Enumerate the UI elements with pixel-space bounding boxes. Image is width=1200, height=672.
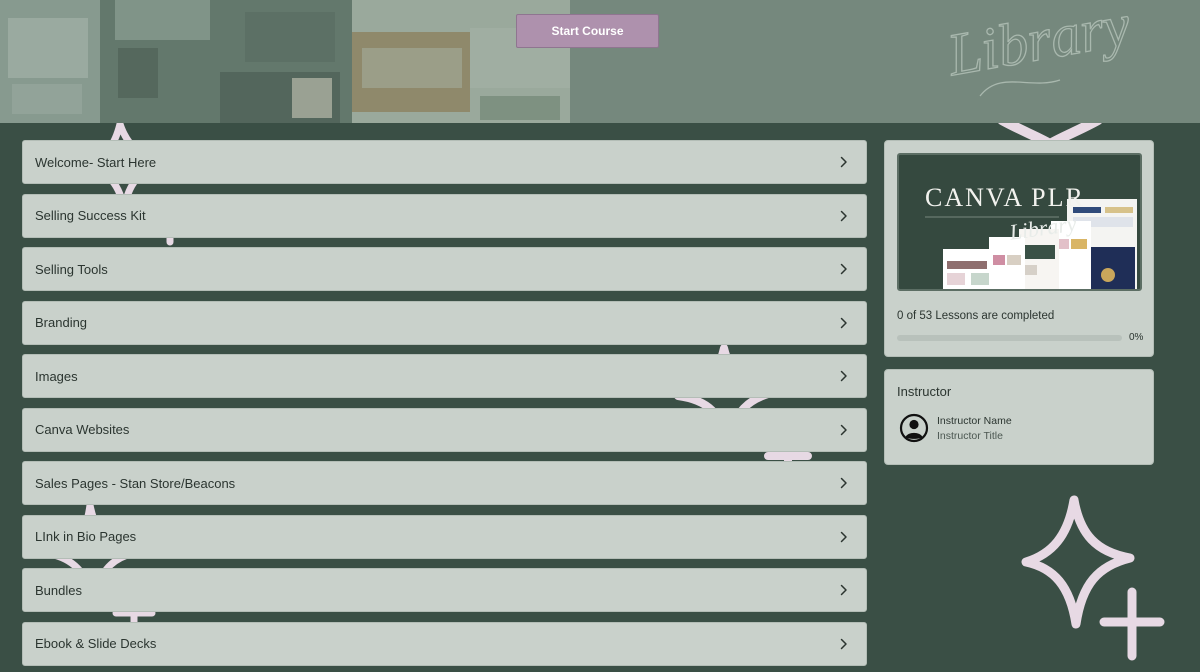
- chevron-right-icon: [838, 531, 850, 543]
- instructor-card: Instructor Instructor Name Instructor Ti…: [884, 369, 1154, 465]
- lesson-item[interactable]: Selling Tools: [22, 247, 867, 291]
- lesson-item[interactable]: LInk in Bio Pages: [22, 514, 867, 559]
- banner-overlay: [0, 0, 570, 123]
- chevron-right-icon: [838, 477, 850, 489]
- lesson-item[interactable]: Sales Pages - Stan Store/Beacons: [22, 461, 867, 505]
- chevron-right-icon: [838, 263, 850, 275]
- lesson-label: Welcome- Start Here: [35, 154, 157, 170]
- lesson-list: Welcome- Start Here Selling Success Kit Se…: [22, 140, 867, 672]
- lesson-label: Selling Success Kit: [35, 208, 146, 223]
- lesson-label: LInk in Bio Pages: [35, 529, 137, 544]
- lesson-label: Sales Pages - Stan Store/Beacons: [35, 475, 236, 491]
- library-script-logo: Library: [941, 0, 1136, 97]
- lessons-completed-text: 0 of 53 Lessons are completed: [897, 310, 1055, 322]
- chevron-right-icon: [838, 584, 850, 596]
- chevron-right-icon: [838, 210, 850, 222]
- progress-percent: 0%: [1129, 332, 1144, 343]
- lesson-label: Ebook & Slide Decks: [35, 636, 157, 651]
- svg-text:Library: Library: [942, 0, 1135, 88]
- lesson-label: Selling Tools: [35, 261, 108, 277]
- lesson-label: Images: [35, 368, 78, 384]
- thumbnail-script-text: Library: [1007, 211, 1078, 245]
- chevron-right-icon: [838, 370, 850, 382]
- course-page: Library Start Course Welcome- Start Here…: [0, 0, 1200, 672]
- course-progress-bar: [897, 335, 1122, 341]
- lesson-item[interactable]: Ebook & Slide Decks: [22, 621, 867, 666]
- instructor-name: Instructor Name: [937, 415, 1012, 427]
- chevron-right-icon: [838, 156, 850, 168]
- lesson-item[interactable]: Selling Success Kit: [22, 193, 867, 238]
- user-circle-icon: [899, 413, 929, 443]
- svg-text:Library: Library: [1007, 211, 1078, 245]
- sparkle-icon: [1021, 495, 1165, 661]
- lesson-item[interactable]: Canva Websites: [22, 407, 867, 452]
- lesson-label: Branding: [35, 315, 88, 330]
- lesson-item[interactable]: Branding: [22, 300, 867, 345]
- lesson-item[interactable]: Welcome- Start Here: [22, 140, 867, 184]
- lesson-label: Bundles: [35, 582, 82, 598]
- instructor-title: Instructor Title: [937, 430, 1003, 442]
- start-course-button[interactable]: Start Course: [516, 14, 659, 48]
- course-progress-card: CANVA PLR Library 0 of 53 Lessons are co…: [884, 140, 1154, 357]
- chevron-right-icon: [838, 638, 850, 650]
- chevron-right-icon: [838, 424, 850, 436]
- instructor-heading: Instructor: [897, 384, 952, 399]
- course-banner: Library Start Course: [0, 0, 1200, 123]
- chevron-right-icon: [838, 317, 850, 329]
- course-thumbnail[interactable]: CANVA PLR Library: [897, 153, 1142, 291]
- lesson-item[interactable]: Bundles: [22, 568, 867, 612]
- lesson-item[interactable]: Images: [22, 354, 867, 398]
- lesson-label: Canva Websites: [35, 422, 130, 437]
